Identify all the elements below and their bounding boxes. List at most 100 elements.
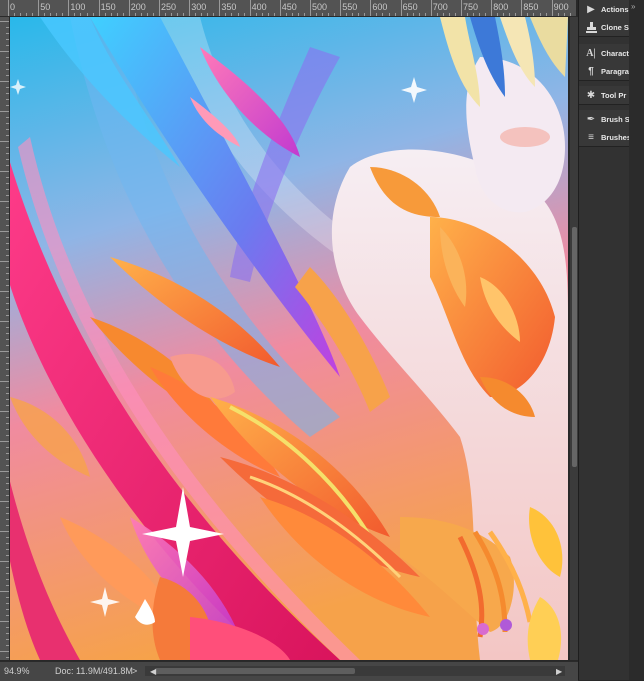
ruler-minor-tick: [346, 13, 348, 16]
document-canvas[interactable]: [10, 17, 568, 660]
ruler-vertical-tick: [6, 237, 9, 238]
ruler-minor-tick: [316, 13, 318, 16]
horizontal-scrollbar-thumb[interactable]: [155, 668, 355, 674]
ruler-vertical-tick: [6, 603, 9, 604]
panel-collapse-strip[interactable]: [629, 0, 644, 680]
panel-label: Charact: [601, 48, 629, 58]
ruler-vertical-tick: [6, 105, 9, 106]
ruler-tick-label: 100: [70, 2, 86, 12]
panel-label: Tool Pr: [601, 90, 627, 100]
ruler-vertical-tick: [6, 393, 9, 394]
panel-group-tool-presets: ✱ Tool Pr: [579, 86, 629, 105]
panel-clone-source[interactable]: Clone S: [579, 18, 629, 36]
ruler-vertical-tick: [6, 657, 9, 658]
ruler-vertical-tick: [6, 315, 9, 316]
zoom-level[interactable]: 94.9%: [4, 662, 30, 681]
horizontal-ruler[interactable]: 0 50 100 150 200 250 300 350 400 450 500 550 600 650 7…: [0, 0, 576, 17]
scroll-left-arrow-icon[interactable]: ◀: [150, 662, 156, 681]
ruler-minor-tick: [509, 13, 511, 16]
panel-label: Actions: [601, 4, 629, 14]
ruler-vertical-tick: [6, 585, 9, 586]
ruler-minor-tick: [261, 13, 263, 16]
ruler-vertical-tick: [6, 177, 9, 178]
ruler-major-tick: [551, 0, 553, 16]
ruler-vertical-tick: [6, 405, 9, 406]
ruler-major-tick: [430, 0, 432, 16]
ruler-vertical-tick: [6, 615, 9, 616]
ruler-vertical-tick: [6, 597, 9, 598]
ruler-vertical-tick: [6, 339, 9, 340]
ruler-vertical-tick: [6, 27, 9, 28]
ruler-minor-tick: [44, 13, 46, 16]
ruler-vertical-tick: [6, 249, 9, 250]
ruler-vertical-tick: [0, 381, 9, 382]
ruler-vertical-tick: [0, 171, 9, 172]
scroll-right-arrow-icon[interactable]: ▶: [556, 662, 562, 681]
ruler-tick-label: 0: [10, 2, 16, 12]
panel-label: Paragra: [601, 66, 629, 76]
ruler-vertical-tick: [0, 321, 9, 322]
ruler-vertical-tick: [0, 81, 9, 82]
ruler-major-tick: [159, 0, 160, 16]
ruler-minor-tick: [207, 13, 209, 16]
vertical-scrollbar-thumb[interactable]: [572, 227, 577, 467]
ruler-major-tick: [189, 0, 191, 16]
ruler-minor-tick: [467, 13, 469, 16]
ruler-vertical-tick: [0, 351, 9, 352]
ruler-vertical-tick: [6, 333, 9, 334]
ruler-vertical-tick: [6, 447, 9, 448]
ruler-minor-tick: [328, 13, 330, 16]
panel-paragraph[interactable]: ¶ Paragra: [579, 62, 629, 80]
panel-group-type: A| Charact ¶ Paragra: [579, 44, 629, 81]
document-size-info: Doc: 11.9M/491.8M: [55, 666, 133, 676]
ruler-major-tick: [521, 0, 523, 16]
ruler-tick-label: 550: [342, 2, 358, 12]
ruler-minor-tick: [358, 13, 360, 16]
ruler-vertical-tick: [6, 99, 9, 100]
horizontal-scrollbar[interactable]: [145, 666, 565, 676]
ruler-minor-tick: [201, 13, 203, 16]
panel-tool-presets[interactable]: ✱ Tool Pr: [579, 86, 629, 104]
ruler-major-tick: [8, 0, 9, 16]
ruler-vertical-tick: [6, 399, 9, 400]
ruler-vertical-tick: [6, 573, 9, 574]
ruler-major-tick: [491, 0, 493, 16]
ruler-minor-tick: [424, 13, 426, 16]
ruler-minor-tick: [26, 13, 28, 16]
ruler-minor-tick: [569, 13, 571, 16]
ruler-minor-tick: [364, 13, 366, 16]
ruler-vertical-tick: [0, 21, 9, 22]
panel-actions[interactable]: ▶ Actions: [579, 0, 629, 18]
panel-character[interactable]: A| Charact: [579, 44, 629, 62]
ruler-minor-tick: [352, 13, 354, 16]
ruler-minor-tick: [285, 13, 287, 16]
ruler-minor-tick: [442, 13, 444, 16]
ruler-vertical-tick: [0, 261, 9, 262]
ruler-vertical-tick: [6, 345, 9, 346]
ruler-minor-tick: [563, 13, 565, 16]
ruler-minor-tick: [225, 13, 227, 16]
ruler-tick-label: 500: [312, 2, 328, 12]
ruler-vertical-tick: [6, 273, 9, 274]
ruler-vertical-tick: [6, 495, 9, 496]
ruler-minor-tick: [110, 13, 112, 16]
ruler-vertical-tick: [6, 519, 9, 520]
vertical-ruler[interactable]: [0, 17, 10, 660]
panel-brushes[interactable]: ≡ Brushes: [579, 128, 629, 146]
status-menu-arrow[interactable]: >: [132, 662, 137, 681]
ruler-vertical-tick: [6, 159, 9, 160]
panel-dock: » ▶ Actions Clone S A| Charact ¶ Paragra…: [578, 0, 644, 680]
play-icon: ▶: [587, 3, 595, 15]
panel-brush-settings[interactable]: ✒ Brush S: [579, 110, 629, 128]
ruler-vertical-tick: [6, 135, 9, 136]
collapse-panels-icon[interactable]: »: [631, 2, 635, 11]
artwork-illustration: [10, 17, 568, 660]
ruler-vertical-tick: [6, 375, 9, 376]
ruler-minor-tick: [140, 13, 142, 16]
ruler-minor-tick: [303, 13, 305, 16]
panel-label: Brush S: [601, 114, 629, 124]
ruler-minor-tick: [134, 13, 136, 16]
ruler-minor-tick: [231, 13, 233, 16]
ruler-minor-tick: [62, 13, 64, 16]
ruler-vertical-tick: [6, 183, 9, 184]
